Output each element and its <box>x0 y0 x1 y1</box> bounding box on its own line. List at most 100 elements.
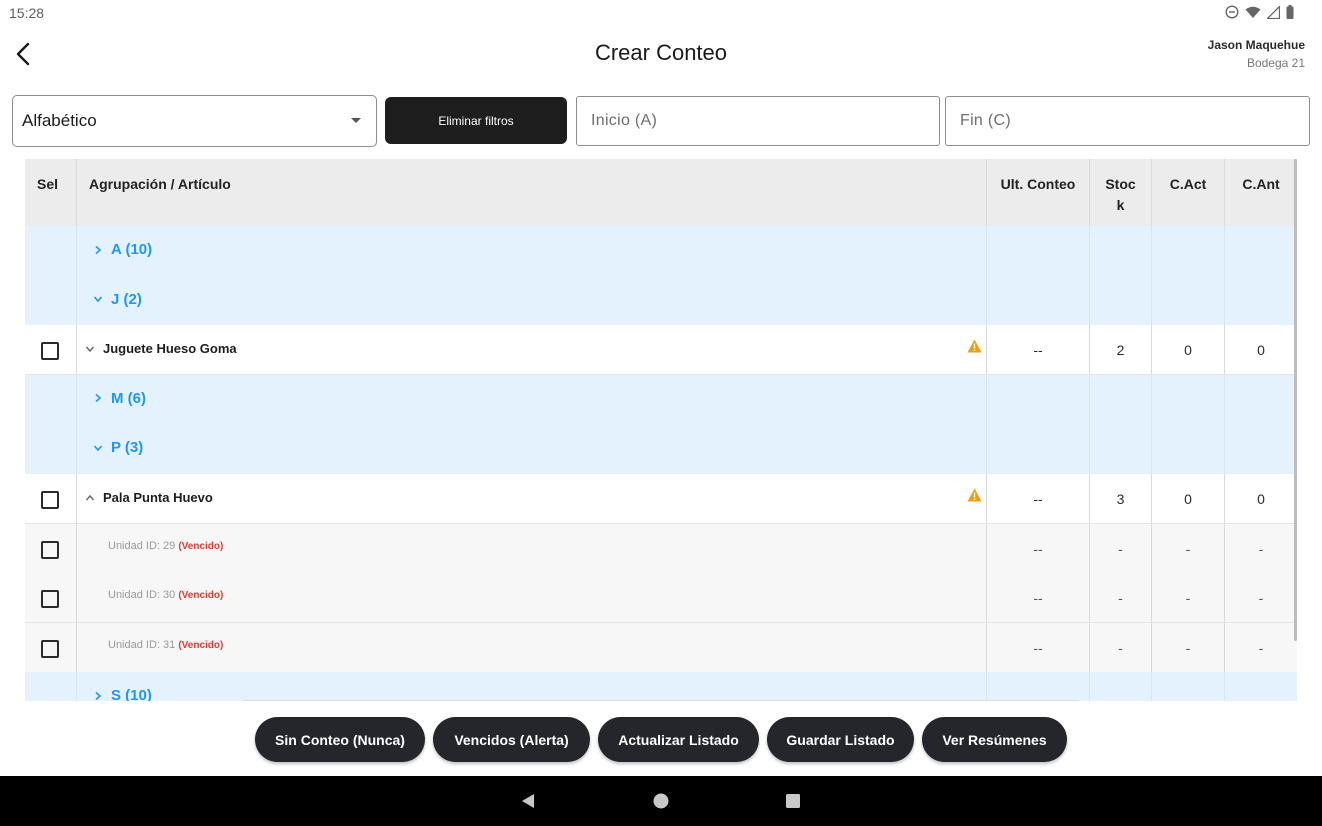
unit-id: Unidad ID: 29 <box>108 539 176 552</box>
ult-cell <box>987 424 1090 475</box>
ult-cell <box>987 226 1090 276</box>
row-checkbox[interactable] <box>41 540 59 559</box>
cant-cell <box>1225 226 1297 276</box>
cact-cell <box>1152 275 1225 326</box>
expired-tag: (Vencido) <box>178 639 224 651</box>
table-scrollbar[interactable] <box>1294 159 1297 641</box>
save-list-button[interactable]: Guardar Listado <box>767 717 914 762</box>
unit-row: Unidad ID: 29 (Vencido) -- - - - <box>25 523 1297 574</box>
name-cell: A (10) <box>77 226 987 276</box>
expired-tag: (Vencido) <box>178 590 224 602</box>
cact-cell: 0 <box>1152 474 1225 523</box>
cant-cell <box>1225 672 1297 701</box>
sort-dropdown[interactable]: Alfabético <box>12 95 377 147</box>
sel-cell <box>25 573 77 623</box>
group-toggle[interactable]: S (10) <box>93 687 152 701</box>
group-row: S (10) <box>25 672 1297 701</box>
user-name: Jason Maquehue <box>1207 38 1305 52</box>
unit-label: Unidad ID: 31 (Vencido) <box>108 639 223 651</box>
table-footer-divider <box>243 700 1079 701</box>
row-checkbox[interactable] <box>41 639 59 658</box>
unit-id: Unidad ID: 30 <box>108 589 176 602</box>
cact-cell: 0 <box>1152 325 1225 375</box>
refresh-list-button[interactable]: Actualizar Listado <box>598 717 759 762</box>
home-circle-icon[interactable] <box>652 792 670 810</box>
group-toggle[interactable]: A (10) <box>93 241 152 258</box>
name-cell: Unidad ID: 31 (Vencido) <box>77 622 987 672</box>
status-bar: 15:28 <box>0 0 1322 26</box>
expired-tag: (Vencido) <box>178 540 224 552</box>
chevron-down-icon <box>93 296 103 303</box>
sel-cell <box>25 523 77 573</box>
view-summaries-button[interactable]: Ver Resúmenes <box>922 717 1067 762</box>
cact-cell <box>1152 374 1225 425</box>
row-checkbox[interactable] <box>41 590 59 609</box>
warning-badge <box>967 488 982 507</box>
chevron-right-icon <box>95 394 102 403</box>
group-label: P (3) <box>111 439 144 457</box>
header-name: Agrupación / Artículo <box>89 176 231 192</box>
stock-cell: - <box>1090 573 1152 623</box>
back-triangle-icon[interactable] <box>519 792 537 810</box>
item-toggle[interactable]: Juguete Hueso Goma <box>85 341 237 356</box>
sel-cell <box>25 226 77 276</box>
cact-value: - <box>1185 540 1191 557</box>
system-nav-bar <box>0 776 1322 826</box>
name-cell: Juguete Hueso Goma <box>77 325 987 375</box>
sel-cell <box>25 374 77 425</box>
ult-cell <box>987 275 1090 326</box>
cant-cell: 0 <box>1225 474 1297 523</box>
stock-value: 2 <box>1116 342 1125 359</box>
recents-square-icon[interactable] <box>784 792 802 810</box>
warning-icon <box>967 488 982 502</box>
ult-cell <box>987 374 1090 425</box>
stock-cell <box>1090 672 1152 701</box>
group-row: P (3) <box>25 424 1297 475</box>
ult-value: -- <box>1033 491 1043 507</box>
group-row: A (10) <box>25 226 1297 276</box>
cant-cell: 0 <box>1225 325 1297 374</box>
name-cell: Unidad ID: 29 (Vencido) <box>77 523 987 573</box>
expired-alert-button[interactable]: Vencidos (Alerta) <box>433 717 590 762</box>
row-checkbox[interactable] <box>41 342 59 361</box>
warning-icon <box>967 339 982 353</box>
end-range-placeholder: Fin (C) <box>960 112 1011 129</box>
dnd-icon <box>1225 5 1239 19</box>
stock-cell <box>1090 226 1152 276</box>
group-toggle[interactable]: J (2) <box>93 291 142 308</box>
sel-cell <box>25 424 77 475</box>
ult-cell: -- <box>987 474 1090 523</box>
cact-cell <box>1152 424 1225 475</box>
header-ult: Ult. Conteo <box>1000 176 1076 192</box>
stock-value: 3 <box>1116 491 1125 507</box>
item-toggle[interactable]: Pala Punta Huevo <box>85 490 213 505</box>
name-cell: S (10) <box>77 672 987 701</box>
unit-row: Unidad ID: 30 (Vencido) -- - - - <box>25 573 1297 624</box>
group-toggle[interactable]: M (6) <box>93 390 146 407</box>
cact-value: 0 <box>1184 342 1192 359</box>
end-range-input[interactable]: Fin (C) <box>945 96 1310 146</box>
cant-value: - <box>1258 590 1264 607</box>
ult-value: -- <box>1033 590 1043 607</box>
caret-down-icon <box>351 118 361 123</box>
row-checkbox[interactable] <box>41 491 59 509</box>
group-row: J (2) <box>25 275 1297 326</box>
stock-value: - <box>1118 540 1123 557</box>
name-cell: P (3) <box>77 424 987 475</box>
battery-icon <box>1286 5 1294 19</box>
header-cact: C.Act <box>1169 176 1207 192</box>
stock-cell: 3 <box>1090 474 1152 523</box>
header-cant: C.Ant <box>1242 176 1280 192</box>
cact-cell: - <box>1152 573 1225 623</box>
name-cell: Unidad ID: 30 (Vencido) <box>77 573 987 623</box>
never-counted-button[interactable]: Sin Conteo (Nunca) <box>255 717 425 762</box>
stock-cell <box>1090 424 1152 475</box>
cant-cell: - <box>1225 524 1297 573</box>
ult-value: -- <box>1033 540 1043 557</box>
unit-label: Unidad ID: 30 (Vencido) <box>108 589 223 601</box>
cact-cell: - <box>1152 523 1225 573</box>
group-label: M (6) <box>111 389 146 407</box>
clear-filters-button[interactable]: Eliminar filtros <box>385 97 567 144</box>
start-range-input[interactable]: Inicio (A) <box>576 96 940 146</box>
group-toggle[interactable]: P (3) <box>93 439 143 456</box>
